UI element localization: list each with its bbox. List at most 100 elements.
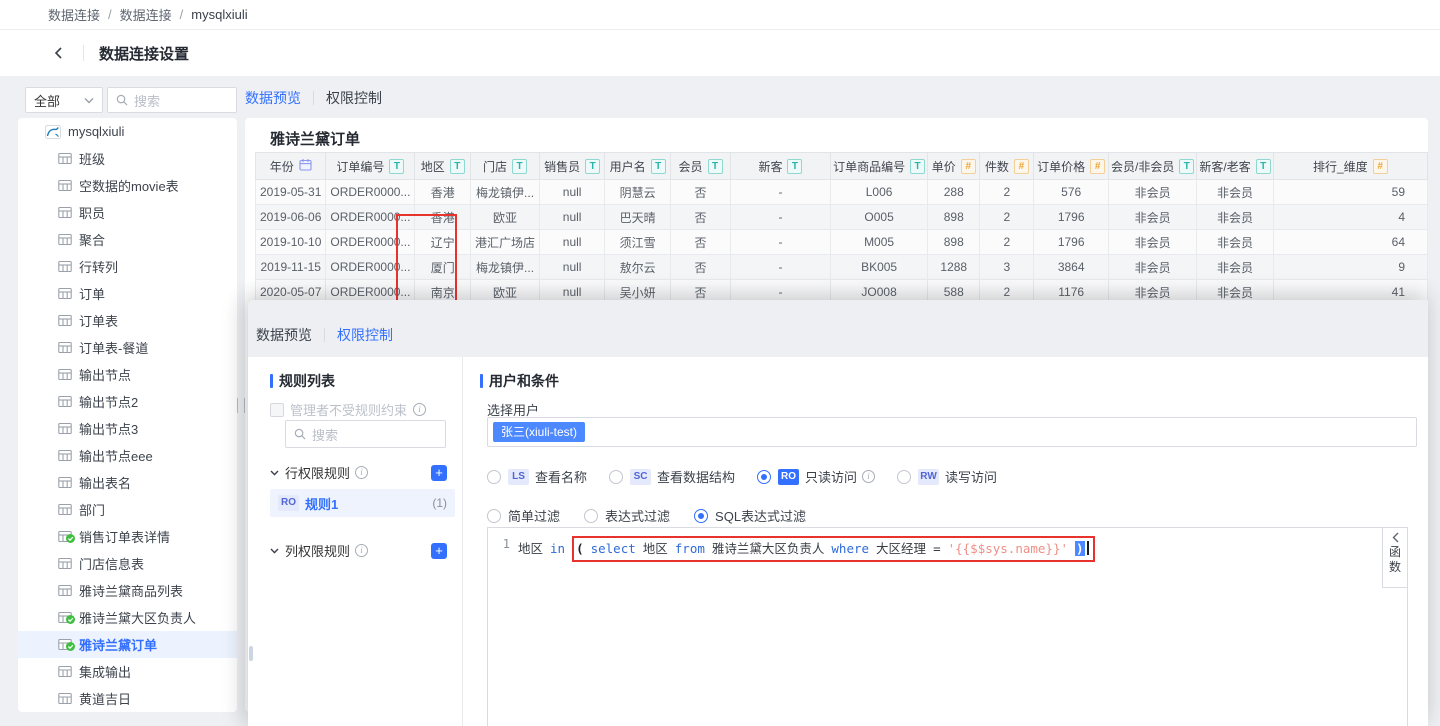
sidebar-item-table[interactable]: 集成输出: [18, 658, 237, 685]
table-icon: [58, 368, 72, 381]
overlay-body: 规则列表 管理者不受规则约束 i 搜索 行权限规则 i +: [248, 357, 1428, 726]
sidebar-item-table[interactable]: 空数据的movie表: [18, 172, 237, 199]
column-header[interactable]: 销售员T: [540, 153, 605, 180]
table-icon-wrap: [58, 422, 72, 435]
sidebar-item-table[interactable]: 职员: [18, 199, 237, 226]
table-cell: 1796: [1034, 230, 1109, 255]
table-icon-wrap: [58, 611, 72, 624]
column-header[interactable]: 门店T: [471, 153, 540, 180]
sql-editor[interactable]: 1 地区in(select地区from雅诗兰黛大区负责人where大区经理='{…: [487, 527, 1408, 726]
sidebar-item-table[interactable]: 销售订单表详情: [18, 523, 237, 550]
sidebar-item-table[interactable]: 聚合: [18, 226, 237, 253]
radio-button[interactable]: [897, 470, 911, 484]
sidebar-item-table[interactable]: 订单表-餐道: [18, 334, 237, 361]
info-icon[interactable]: i: [355, 466, 368, 479]
sidebar-item-table[interactable]: 雅诗兰黛大区负责人: [18, 604, 237, 631]
table-icon: [58, 260, 72, 273]
info-icon[interactable]: i: [413, 403, 426, 416]
filter-mode-option[interactable]: 简单过滤: [487, 506, 560, 525]
sidebar-item-table[interactable]: 输出节点: [18, 361, 237, 388]
table-cell: 59: [1273, 180, 1427, 205]
user-tag[interactable]: 张三(xiuli-test): [493, 422, 585, 442]
authorized-check-icon: [66, 642, 75, 651]
permission-option-sc[interactable]: SC查看数据结构: [609, 467, 735, 486]
sidebar-item-table[interactable]: 输出表名: [18, 469, 237, 496]
column-header[interactable]: 地区T: [415, 153, 471, 180]
permission-label: 只读访问: [805, 467, 857, 486]
radio-button[interactable]: [694, 509, 708, 523]
radio-button[interactable]: [584, 509, 598, 523]
column-header[interactable]: 订单价格#: [1034, 153, 1109, 180]
column-header[interactable]: 新客/老客T: [1197, 153, 1273, 180]
table-icon: [58, 206, 72, 219]
column-header[interactable]: 会员T: [671, 153, 731, 180]
number-type-icon: #: [1373, 159, 1388, 174]
sidebar-item-table[interactable]: 黄道吉日: [18, 685, 237, 712]
admin-exempt-checkbox[interactable]: [270, 403, 284, 417]
sidebar-search-input[interactable]: 搜索: [107, 87, 237, 113]
text-type-icon: T: [708, 159, 723, 174]
sidebar-resize-handle[interactable]: [237, 398, 245, 413]
breadcrumb-item[interactable]: 数据连接: [48, 5, 100, 24]
back-button[interactable]: [50, 44, 68, 62]
overlay-tab-permission-control[interactable]: 权限控制: [337, 325, 393, 345]
radio-button[interactable]: [487, 470, 501, 484]
add-col-rule-button[interactable]: +: [431, 543, 447, 559]
column-header[interactable]: 件数#: [980, 153, 1034, 180]
column-header[interactable]: 用户名T: [605, 153, 671, 180]
column-header-inner: 订单价格#: [1036, 158, 1106, 175]
row-rules-group[interactable]: 行权限规则 i +: [270, 463, 447, 482]
table-cell: 厦门: [415, 255, 471, 280]
column-header[interactable]: 排行_维度#: [1273, 153, 1427, 180]
sidebar-item-table[interactable]: 部门: [18, 496, 237, 523]
radio-button[interactable]: [609, 470, 623, 484]
overlay-resize-handle[interactable]: [249, 646, 253, 661]
column-header[interactable]: 会员/非会员T: [1108, 153, 1196, 180]
column-header[interactable]: 年份: [256, 153, 326, 180]
permission-badge: RO: [778, 469, 799, 485]
type-filter-select[interactable]: 全部: [25, 87, 103, 113]
connection-item[interactable]: mysqlxiuli: [18, 118, 237, 145]
radio-button[interactable]: [757, 470, 771, 484]
user-select-input[interactable]: 张三(xiuli-test): [487, 417, 1417, 447]
column-header[interactable]: 订单编号T: [326, 153, 415, 180]
sidebar-item-table[interactable]: 行转列: [18, 253, 237, 280]
filter-mode-option[interactable]: 表达式过滤: [584, 506, 670, 525]
col-rules-group[interactable]: 列权限规则 i +: [270, 541, 447, 560]
table-cell: 辽宁: [415, 230, 471, 255]
add-row-rule-button[interactable]: +: [431, 465, 447, 481]
column-header[interactable]: 新客T: [730, 153, 830, 180]
rules-search-input[interactable]: 搜索: [285, 420, 446, 448]
table-icon: [58, 584, 72, 597]
main-tab-permission-control[interactable]: 权限控制: [326, 88, 382, 108]
sidebar-item-table[interactable]: 班级: [18, 145, 237, 172]
sidebar-item-table[interactable]: 雅诗兰黛商品列表: [18, 577, 237, 604]
search-icon: [294, 428, 306, 440]
filter-mode-option[interactable]: SQL表达式过滤: [694, 506, 806, 525]
overlay-tab-data-preview[interactable]: 数据预览: [256, 325, 312, 345]
main-tab-data-preview[interactable]: 数据预览: [245, 88, 301, 108]
table-cell: null: [540, 205, 605, 230]
permission-option-ro[interactable]: RO 只读访问 i: [757, 467, 875, 486]
sidebar-item-table[interactable]: 门店信息表: [18, 550, 237, 577]
column-header[interactable]: 单价#: [928, 153, 980, 180]
permission-option-ls[interactable]: LS查看名称: [487, 467, 587, 486]
sidebar-item-table[interactable]: 输出节点2: [18, 388, 237, 415]
sidebar-item-table[interactable]: 订单: [18, 280, 237, 307]
radio-button[interactable]: [487, 509, 501, 523]
column-header[interactable]: 订单商品编号T: [831, 153, 928, 180]
permission-option-rw[interactable]: RW读写访问: [897, 467, 997, 486]
table-row: 2019-05-31ORDER0000...香港梅龙镇伊...null阴慧云否-…: [256, 180, 1428, 205]
sidebar-item-table[interactable]: 输出节点eee: [18, 442, 237, 469]
column-header-label: 订单价格: [1037, 158, 1085, 175]
breadcrumb-item[interactable]: 数据连接: [120, 5, 172, 24]
rule-item[interactable]: RO 规则1 (1): [270, 489, 455, 517]
function-panel-toggle[interactable]: 函数: [1382, 528, 1407, 588]
sidebar-item-table[interactable]: 输出节点3: [18, 415, 237, 442]
info-icon[interactable]: i: [355, 544, 368, 557]
info-icon[interactable]: i: [862, 470, 875, 483]
column-header-label: 新客/老客: [1199, 158, 1250, 175]
breadcrumb-item[interactable]: mysqlxiuli: [191, 7, 247, 22]
sidebar-item-selected-table[interactable]: 雅诗兰黛订单: [18, 631, 237, 658]
sidebar-item-table[interactable]: 订单表: [18, 307, 237, 334]
